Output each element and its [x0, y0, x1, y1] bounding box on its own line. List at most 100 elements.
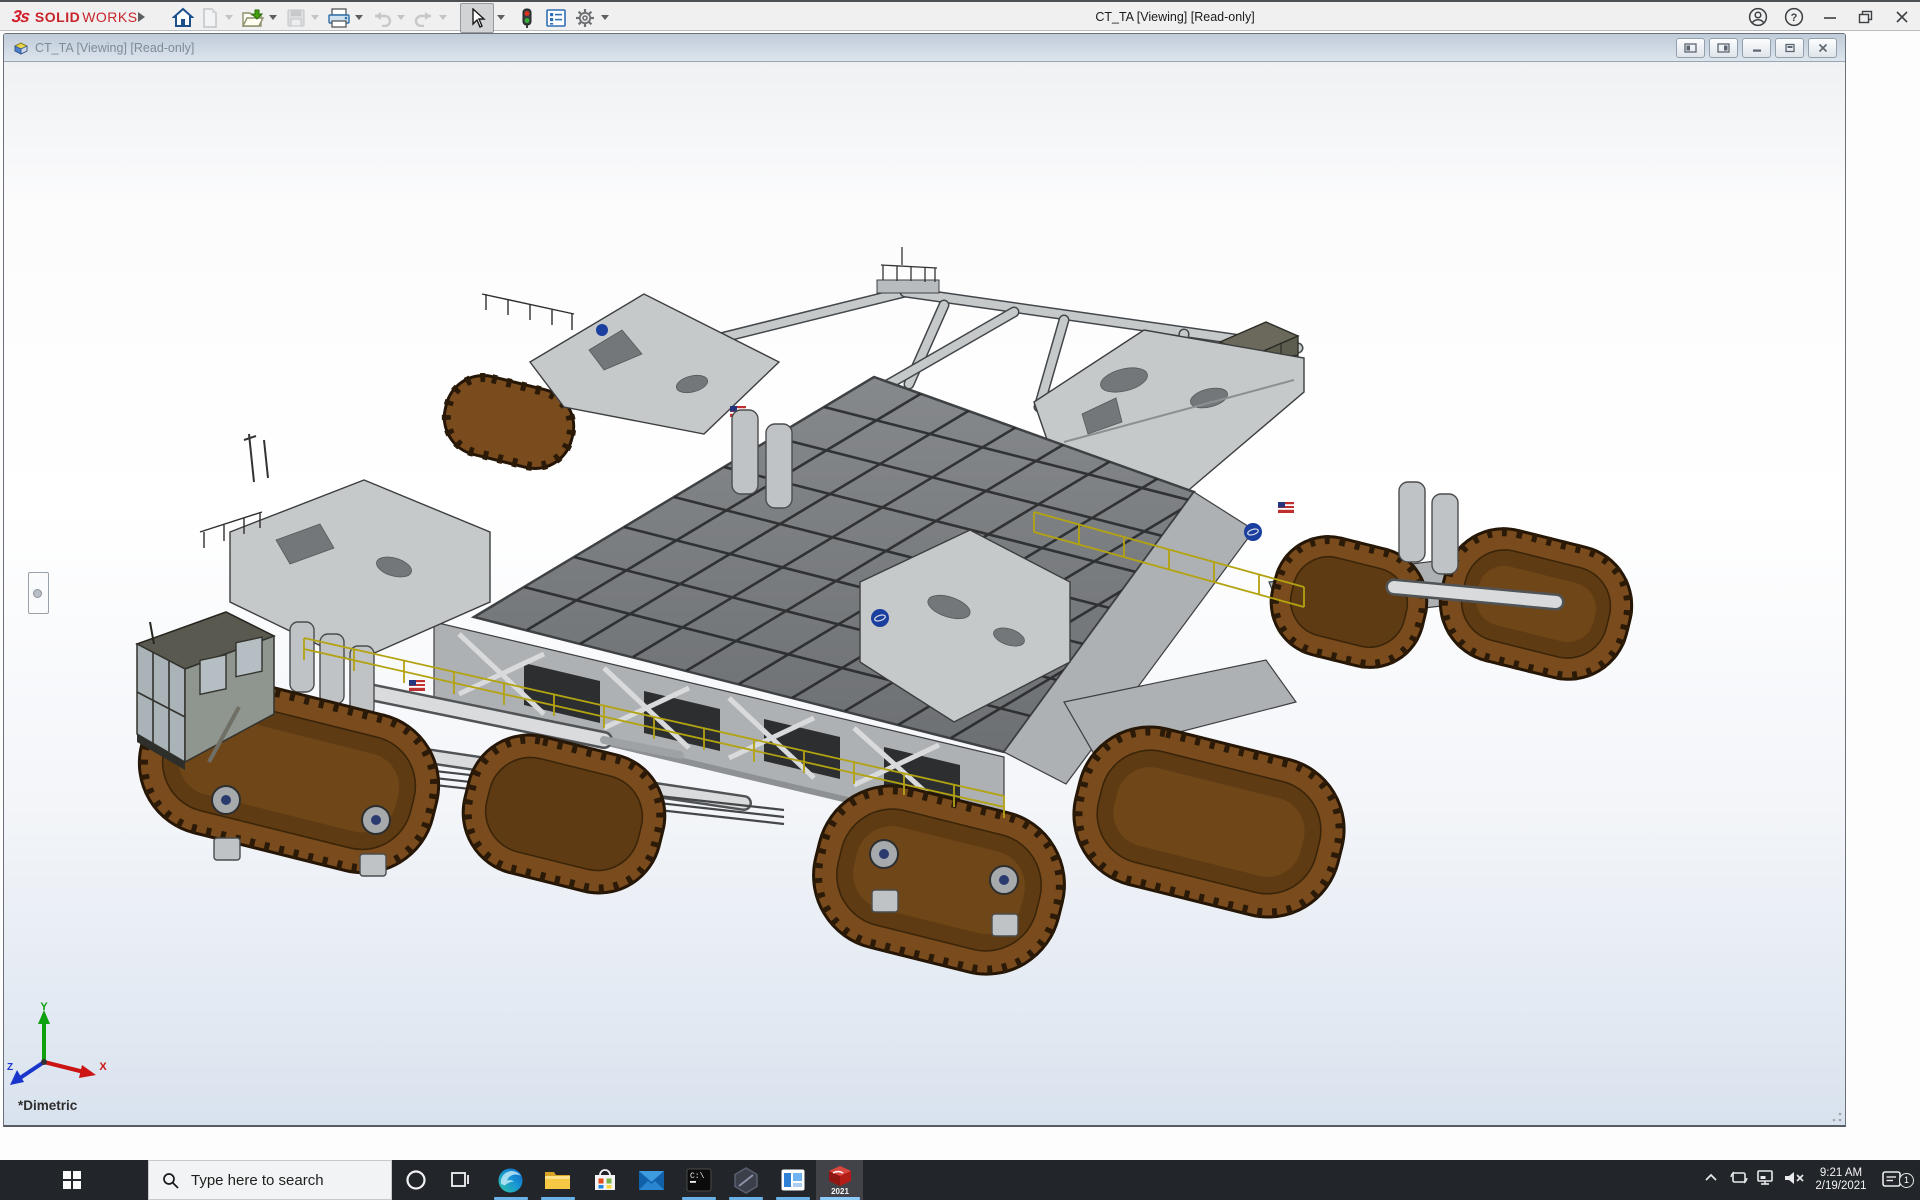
- task-view-button[interactable]: [438, 1160, 482, 1200]
- windows-logo-icon: [63, 1171, 81, 1189]
- search-placeholder: Type here to search: [191, 1172, 324, 1189]
- account-button[interactable]: [1740, 2, 1776, 31]
- undo-dropdown-caret[interactable]: [397, 15, 405, 20]
- doc-minimize-icon: [1751, 43, 1763, 53]
- taskbar-app-window[interactable]: [769, 1160, 816, 1200]
- document-window-buttons: [1676, 38, 1837, 58]
- ethernet-icon: [1756, 1169, 1776, 1187]
- open-dropdown-caret[interactable]: [269, 15, 277, 20]
- schedule-list-button[interactable]: [542, 5, 570, 31]
- doc-restore-button[interactable]: [1775, 38, 1804, 58]
- tray-network-button[interactable]: [1756, 1169, 1783, 1192]
- print-dropdown-caret[interactable]: [355, 15, 363, 20]
- triad-y-label: Y: [40, 1002, 48, 1013]
- select-cursor-icon: [468, 8, 486, 28]
- chevron-up-icon: [1703, 1170, 1719, 1186]
- help-button[interactable]: ?: [1776, 2, 1812, 31]
- mail-icon: [638, 1170, 665, 1191]
- doc-restore-icon: [1784, 43, 1796, 53]
- redo-button[interactable]: [412, 5, 436, 31]
- taskbar-app-mail[interactable]: [628, 1160, 675, 1200]
- taskbar-app-solidworks[interactable]: 2021: [816, 1160, 863, 1200]
- featuremanager-splitter-handle[interactable]: [28, 572, 49, 614]
- document-title: CT_TA [Viewing] [Read-only]: [35, 41, 194, 55]
- minimize-icon: [1823, 10, 1837, 24]
- taskbar-app-edge[interactable]: [487, 1160, 534, 1200]
- new-dropdown-caret[interactable]: [225, 15, 233, 20]
- tray-time: 9:21 AM: [1810, 1167, 1872, 1180]
- selection-stoplight-button[interactable]: [516, 5, 538, 31]
- file-explorer-icon: [544, 1168, 571, 1192]
- resize-grip[interactable]: [1831, 1111, 1843, 1123]
- select-button[interactable]: [460, 3, 494, 33]
- display-connect-icon: [1729, 1169, 1749, 1187]
- doc-close-button[interactable]: [1808, 38, 1837, 58]
- system-tray: 9:21 AM 2/19/2021 1: [1703, 1160, 1920, 1200]
- truck-rear-right: [1260, 482, 1645, 692]
- taskbar-search[interactable]: Type here to search: [148, 1160, 392, 1200]
- account-icon: [1748, 7, 1768, 27]
- options-dropdown-caret[interactable]: [601, 15, 609, 20]
- save-button[interactable]: [284, 5, 308, 31]
- tray-volume-button[interactable]: [1783, 1169, 1810, 1192]
- redo-icon: [413, 9, 435, 27]
- print-button[interactable]: [326, 5, 352, 31]
- redo-dropdown-caret[interactable]: [439, 15, 447, 20]
- menu-flyout-icon[interactable]: [136, 10, 146, 24]
- solidworks-logo: 3s SOLID WORKS: [12, 7, 138, 27]
- home-button[interactable]: [168, 5, 198, 31]
- undo-button[interactable]: [370, 5, 394, 31]
- close-button[interactable]: [1884, 2, 1920, 31]
- document-titlebar[interactable]: CT_TA [Viewing] [Read-only]: [4, 34, 1845, 62]
- schedule-list-icon: [545, 8, 567, 28]
- select-dropdown-caret[interactable]: [497, 15, 505, 20]
- brand-solid: SOLID: [35, 9, 80, 25]
- minimize-button[interactable]: [1812, 2, 1848, 31]
- microsoft-store-icon: [592, 1167, 618, 1193]
- 3d-model-crawler-transporter[interactable]: .lg{fill:#c6c9ca;stroke:#3c3e40;stroke-w…: [4, 62, 1845, 1125]
- undo-icon: [371, 9, 393, 27]
- search-icon: [162, 1172, 179, 1189]
- help-glyph: ?: [1791, 12, 1798, 24]
- start-button[interactable]: [48, 1160, 96, 1200]
- solidworks-app-icon: 2021: [826, 1165, 854, 1195]
- gear-icon: [575, 8, 595, 28]
- restore-icon: [1858, 10, 1874, 24]
- taskbar-app-hexagon[interactable]: [722, 1160, 769, 1200]
- hexagon-app-icon: [733, 1167, 759, 1194]
- cmd-glyph: C:\: [690, 1172, 705, 1181]
- sw-year-label: 2021: [831, 1187, 849, 1195]
- taskbar-app-file-explorer[interactable]: [534, 1160, 581, 1200]
- tray-display-button[interactable]: [1729, 1169, 1756, 1192]
- cortana-button[interactable]: [394, 1160, 438, 1200]
- options-button[interactable]: [572, 5, 598, 31]
- triad-z-label: Z: [7, 1062, 13, 1073]
- doc-minimize-button[interactable]: [1742, 38, 1771, 58]
- document-window: CT_TA [Viewing] [Read-only]: [3, 33, 1846, 1127]
- tray-chevron-button[interactable]: [1703, 1170, 1729, 1191]
- split-pane-left-button[interactable]: [1676, 38, 1705, 58]
- triad-x-label: X: [99, 1061, 107, 1073]
- stoplight-icon: [521, 8, 533, 28]
- reference-triad: Y X Z: [4, 1002, 124, 1102]
- open-icon: [241, 8, 265, 28]
- app-titlebar: 3s SOLID WORKS: [0, 0, 1920, 31]
- graphics-viewport[interactable]: .lg{fill:#c6c9ca;stroke:#3c3e40;stroke-w…: [4, 62, 1845, 1125]
- action-center-button[interactable]: 1: [1872, 1170, 1912, 1190]
- tray-clock[interactable]: 9:21 AM 2/19/2021: [1810, 1167, 1872, 1193]
- taskbar-app-store[interactable]: [581, 1160, 628, 1200]
- restore-button[interactable]: [1848, 2, 1884, 31]
- open-button[interactable]: [240, 5, 266, 31]
- cortana-icon: [405, 1169, 427, 1191]
- save-dropdown-caret[interactable]: [311, 15, 319, 20]
- new-document-button[interactable]: [198, 5, 222, 31]
- taskbar-app-command-prompt[interactable]: C:\: [675, 1160, 722, 1200]
- app-window-title: CT_TA [Viewing] [Read-only]: [640, 2, 1710, 31]
- part-document-icon: [12, 40, 29, 56]
- notification-badge: 1: [1899, 1173, 1914, 1188]
- new-document-icon: [201, 8, 219, 28]
- split-pane-right-button[interactable]: [1709, 38, 1738, 58]
- edge-icon: [497, 1167, 524, 1194]
- split-pane-right-icon: [1717, 43, 1730, 53]
- print-icon: [327, 8, 351, 28]
